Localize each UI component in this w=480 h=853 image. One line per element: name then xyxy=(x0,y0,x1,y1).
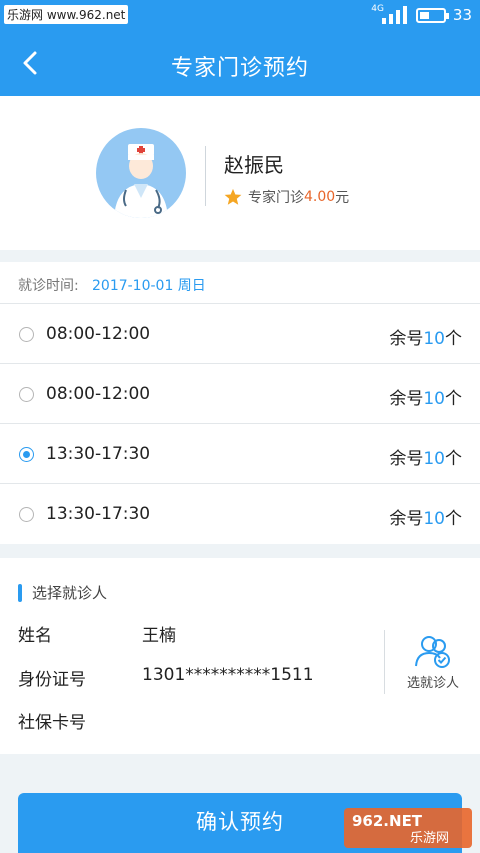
slot-radio[interactable] xyxy=(19,507,34,522)
signal-icon xyxy=(382,6,407,24)
remain-suffix: 个 xyxy=(445,329,462,349)
section-header: 选择就诊人 xyxy=(18,582,107,603)
svg-text:乐游网: 乐游网 xyxy=(410,831,449,846)
patient-name-label: 姓名 xyxy=(18,626,52,646)
remain-suffix: 个 xyxy=(445,509,462,529)
remain-prefix: 余号 xyxy=(389,389,424,409)
time-slot-list: 08:00-12:00 余号10个 08:00-12:00 余号10个 13:3… xyxy=(0,304,480,544)
divider xyxy=(205,146,206,206)
slot-remaining: 余号10个 xyxy=(389,324,462,349)
slot-radio[interactable] xyxy=(19,447,34,462)
section-accent-bar xyxy=(18,583,22,602)
patient-id-value: 1301**********1511 xyxy=(142,665,314,685)
slot-remaining: 余号10个 xyxy=(389,504,462,529)
time-slot[interactable]: 13:30-17:30 余号10个 xyxy=(0,424,480,484)
select-patient-button[interactable]: 选就诊人 xyxy=(396,634,470,691)
fee-unit: 元 xyxy=(335,190,350,206)
remain-count: 10 xyxy=(423,449,445,469)
visit-date-label: 就诊时间: xyxy=(18,278,79,294)
doctor-avatar xyxy=(96,128,186,218)
slot-remaining: 余号10个 xyxy=(389,384,462,409)
remain-suffix: 个 xyxy=(445,449,462,469)
slot-remaining: 余号10个 xyxy=(389,444,462,469)
select-patient-label: 选就诊人 xyxy=(406,676,459,691)
patient-id-label: 身份证号 xyxy=(18,670,86,690)
battery-icon xyxy=(416,8,449,23)
battery-level: 33 xyxy=(452,6,472,24)
remain-count: 10 xyxy=(423,329,445,349)
remain-count: 10 xyxy=(423,389,445,409)
watermark-logo: 962.NET 乐游网 xyxy=(344,808,472,848)
slot-time: 08:00-12:00 xyxy=(46,384,151,404)
remain-prefix: 余号 xyxy=(389,449,424,469)
remain-prefix: 余号 xyxy=(389,329,424,349)
slot-time: 13:30-17:30 xyxy=(46,444,151,464)
visit-date-row: 就诊时间: 2017-10-01 周日 xyxy=(0,262,480,304)
patient-section: 选择就诊人 姓名 王楠 身份证号 1301**********1511 社保卡号… xyxy=(0,558,480,754)
status-bar: 乐游网 www.962.net 4G 33 xyxy=(0,0,480,30)
doctor-card: 赵振民 专家门诊 4.00 元 xyxy=(0,96,480,250)
divider xyxy=(384,630,385,694)
remain-prefix: 余号 xyxy=(389,509,424,529)
time-slot[interactable]: 13:30-17:30 余号10个 xyxy=(0,484,480,544)
watermark-text: 乐游网 www.962.net xyxy=(4,5,129,24)
clinic-type: 专家门诊 xyxy=(248,190,304,206)
patient-insurance-label: 社保卡号 xyxy=(18,713,86,733)
title-bar: 专家门诊预约 xyxy=(0,30,480,96)
slot-time: 13:30-17:30 xyxy=(46,504,151,524)
slot-time: 08:00-12:00 xyxy=(46,324,151,344)
page-title: 专家门诊预约 xyxy=(170,56,309,81)
section-title: 选择就诊人 xyxy=(32,584,108,602)
doctor-fee: 4.00 xyxy=(304,189,336,205)
svg-text:962.NET: 962.NET xyxy=(352,812,423,830)
star-icon xyxy=(224,188,242,205)
doctor-icon xyxy=(114,144,168,218)
remain-suffix: 个 xyxy=(445,389,462,409)
time-slot[interactable]: 08:00-12:00 余号10个 xyxy=(0,304,480,364)
time-slot[interactable]: 08:00-12:00 余号10个 xyxy=(0,364,480,424)
doctor-name: 赵振民 xyxy=(224,153,284,177)
visit-date-value: 2017-10-01 周日 xyxy=(92,278,206,294)
doctor-meta: 专家门诊 4.00 元 xyxy=(224,187,349,207)
slot-radio[interactable] xyxy=(19,387,34,402)
patient-name-value: 王楠 xyxy=(142,626,176,646)
slot-radio[interactable] xyxy=(19,327,34,342)
users-check-icon xyxy=(415,636,450,668)
remain-count: 10 xyxy=(423,509,445,529)
